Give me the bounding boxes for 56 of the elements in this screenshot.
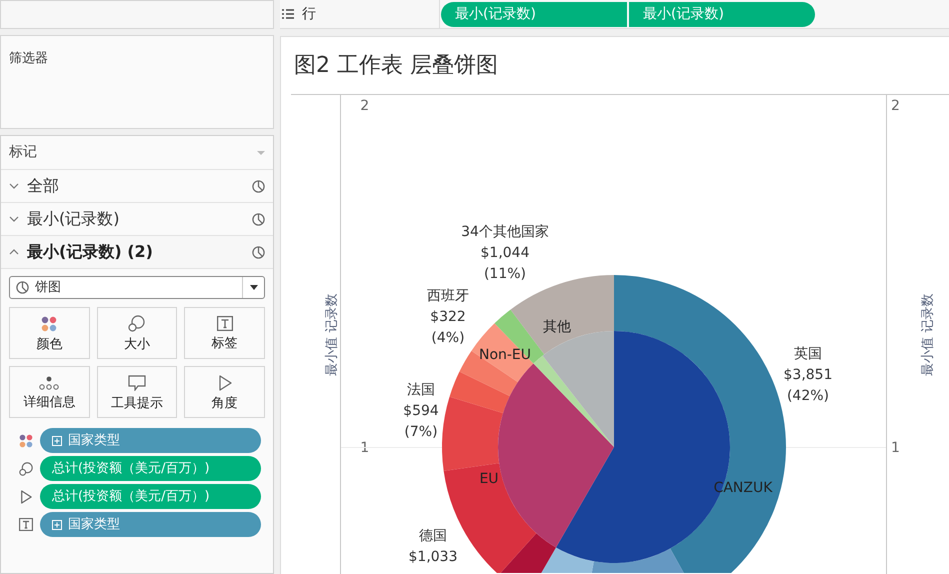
list-icon <box>282 9 294 19</box>
axis-tick-label: 2 <box>891 99 900 113</box>
slice-label: 德国 $1,033 <box>408 528 458 565</box>
color-dots-icon <box>19 434 33 448</box>
chevron-up-icon <box>9 249 19 255</box>
size-circles-icon <box>19 462 33 476</box>
color-dots-icon <box>41 316 58 332</box>
size-circles-icon <box>128 315 146 332</box>
speech-bubble-icon <box>128 374 146 390</box>
slice-label: 西班牙 $322 (4%) <box>427 288 469 346</box>
slice-label: CANZUK <box>714 480 772 496</box>
axis-tick-label: 2 <box>360 99 370 113</box>
field-label: 国家类型 <box>68 516 120 534</box>
pie-icon <box>252 180 265 192</box>
dropdown-caret-icon <box>250 285 258 290</box>
pie-icon <box>16 281 29 294</box>
layer-label: 最小(记录数) (2) <box>27 241 154 263</box>
marks-layer-row[interactable]: 全部 <box>1 170 273 203</box>
slice-label: EU <box>479 471 499 487</box>
marks-title: 标记 <box>9 143 37 162</box>
slice-label: 其他 <box>543 319 571 335</box>
worksheet-title: 图2 工作表 层叠饼图 <box>294 52 498 80</box>
dropdown-caret-icon[interactable] <box>257 150 265 154</box>
mark-card-button[interactable]: 角度 <box>184 366 265 418</box>
angle-triangle-icon <box>218 374 232 390</box>
text-label-icon <box>216 316 233 331</box>
pie-icon <box>252 212 265 226</box>
angle-triangle-icon <box>20 490 32 504</box>
layer-label: 最小(记录数) <box>27 208 120 230</box>
axis-title: 最小值 记录数 <box>323 293 340 376</box>
mark-card-button[interactable]: 大小 <box>96 307 178 359</box>
layer-label: 全部 <box>27 175 60 197</box>
slice-label: 34个其他国家 $1,044 (11%) <box>461 224 549 282</box>
field-label: 总计(投资额（美元/百万）) <box>52 488 210 506</box>
mark-card-button[interactable]: 颜色 <box>9 307 90 359</box>
rows-label: 行 <box>302 4 316 24</box>
axis-tick-label: 1 <box>891 441 900 455</box>
slice-label: 英国 $3,851 (42%) <box>784 346 832 404</box>
mark-card-button[interactable]: 标签 <box>184 307 265 359</box>
mark-card-button[interactable]: 工具提示 <box>96 366 178 418</box>
expand-plus-icon <box>52 436 62 446</box>
text-label-icon <box>19 518 33 531</box>
field-label: 国家类型 <box>68 432 120 450</box>
axis-title: 最小值 记录数 <box>919 293 936 376</box>
chevron-down-icon <box>9 183 19 189</box>
mark-card-button[interactable]: 详细信息 <box>9 366 90 418</box>
mark-type-label: 饼图 <box>35 278 61 297</box>
slice-label: 法国 $594 (7%) <box>403 382 439 440</box>
expand-plus-icon <box>52 520 62 530</box>
chevron-down-icon <box>9 216 19 222</box>
filters-title: 筛选器 <box>9 51 48 66</box>
pie-icon <box>252 246 265 258</box>
field-label: 总计(投资额（美元/百万）) <box>52 460 210 478</box>
slice-label: Non-EU <box>478 347 532 363</box>
dots-detail-icon <box>39 376 60 390</box>
mark-type-dropdown[interactable]: 饼图 <box>9 276 265 299</box>
